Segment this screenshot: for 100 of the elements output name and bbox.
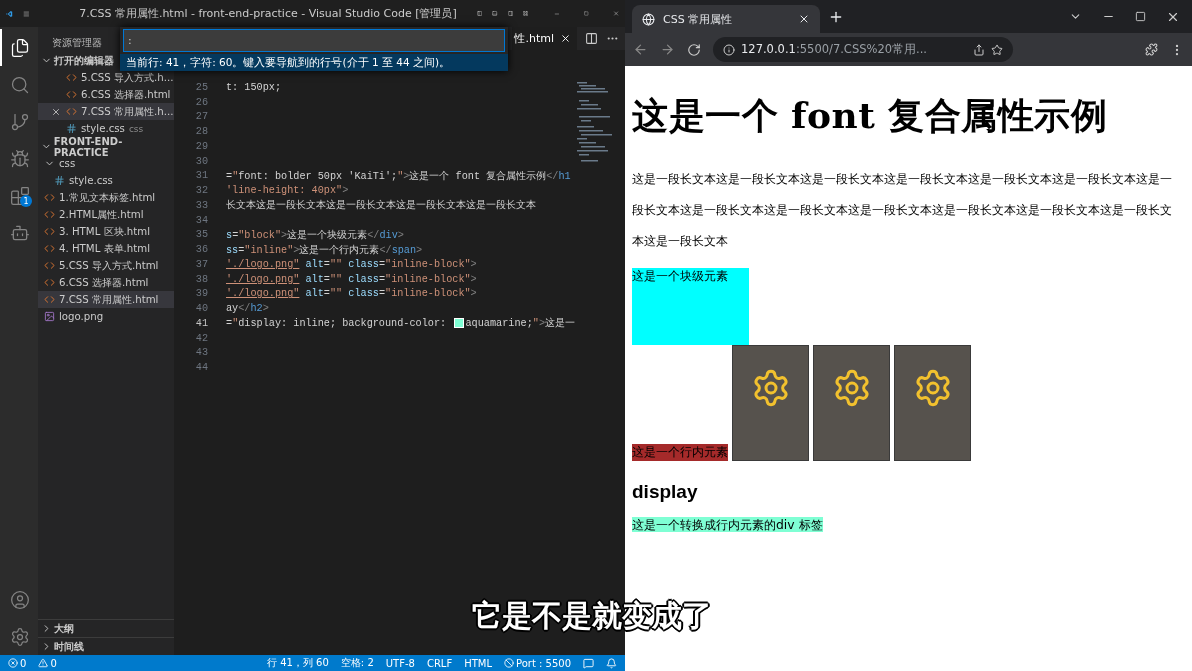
code-text: './logo.png" alt="" class="inline-block"> — [226, 258, 477, 270]
hash-icon — [54, 175, 65, 186]
line-number: 30 — [194, 155, 209, 167]
status-item[interactable]: UTF-8 — [385, 657, 415, 669]
sidebar-title: 资源管理器 — [51, 36, 102, 50]
code-text: ss="inline">这是一个行内元素</span> — [226, 243, 423, 257]
bug-icon[interactable] — [10, 148, 30, 169]
code-text: ay</h2> — [226, 303, 269, 315]
open-editor-item[interactable]: style.css css — [38, 120, 174, 137]
file-tree-item[interactable]: 4. HTML 表单.html — [38, 240, 174, 257]
line-number: 39 — [194, 288, 209, 300]
extensions-icon[interactable] — [1145, 43, 1158, 56]
open-editor-item[interactable]: 6.CSS 选择器.html — [38, 86, 174, 103]
editor-tab[interactable]: 性.html — [512, 27, 577, 50]
file-tree-item[interactable]: css — [38, 155, 174, 172]
close-icon[interactable] — [798, 13, 810, 25]
code-text: './logo.png" alt="" class="inline-block"> — [226, 273, 477, 285]
code-icon — [66, 106, 77, 117]
line-number: 33 — [194, 199, 209, 211]
code-text: s="block">这是一个块级元素</div> — [226, 228, 404, 242]
share-icon[interactable] — [973, 43, 985, 56]
code-icon — [44, 260, 55, 271]
file-tree-item[interactable]: 5.CSS 导入方式.html — [38, 257, 174, 274]
code-text: aquamarine;">这是一 — [465, 316, 575, 331]
settings-icon[interactable] — [10, 626, 30, 647]
line-number: 28 — [194, 126, 209, 138]
file-tree-item[interactable]: 6.CSS 选择器.html — [38, 274, 174, 291]
inline-div: 这是一个转换成行内元素的div 标签 — [632, 517, 823, 532]
go-to-line-hint[interactable]: 当前行: 41，字符: 60。键入要导航到的行号(介于 1 至 44 之间)。 — [120, 54, 508, 71]
files-icon[interactable] — [10, 37, 30, 58]
port-status[interactable]: Port : 5500 — [516, 657, 571, 669]
go-to-line-field[interactable]: : — [123, 29, 505, 52]
color-swatch[interactable] — [454, 318, 464, 329]
search-icon[interactable] — [10, 74, 30, 95]
file-tree-item[interactable]: logo.png — [38, 308, 174, 325]
code-text: './logo.png" alt="" class="inline-block"> — [226, 288, 477, 300]
window-title: 7.CSS 常用属性.html - front-end-practice - Visual Studio Code [管理员] — [79, 6, 457, 21]
line-number: 38 — [194, 273, 209, 285]
file-tree-item[interactable]: 7.CSS 常用属性.html — [38, 291, 174, 308]
star-icon[interactable] — [991, 43, 1003, 56]
code-icon — [44, 243, 55, 254]
code-icon — [66, 72, 77, 83]
count-badge: 1 — [20, 195, 32, 207]
line-number: 34 — [194, 214, 209, 226]
code-icon — [44, 294, 55, 305]
code-icon — [44, 209, 55, 220]
warnings-count[interactable]: 0 — [50, 657, 57, 669]
inline-element: 这是一个行内元素 — [632, 444, 728, 461]
warning-icon[interactable] — [38, 658, 49, 668]
status-item[interactable]: HTML — [464, 657, 492, 669]
file-tree-item[interactable]: 2.HTML属性.html — [38, 206, 174, 223]
line-number: 44 — [194, 362, 209, 374]
split-editor-icon[interactable] — [585, 32, 598, 45]
forward-icon[interactable] — [660, 42, 675, 57]
line-number: 35 — [194, 229, 209, 241]
status-item[interactable]: 空格: 2 — [340, 656, 374, 670]
line-number: 36 — [194, 244, 209, 256]
blocks-icon[interactable] — [10, 185, 30, 206]
address-bar[interactable]: 127.0.0.1:5500/7.CSS%20常用... — [713, 37, 1013, 62]
code-text: ="font: bolder 50px 'KaiTi';">这是一个 font 复合属性示例</h1 — [226, 169, 571, 183]
long-paragraph: 这是一段长文本这是一段长文本这是一段长文本这是一段长文本这是一段长文本这是一段长文本这是一段长文本这是一段长文本这是一段长文本这是一段长文本这是一段长文本这是一段长文本这是一段长文本这是一段长文本 — [632, 170, 1173, 250]
line-number: 41 — [194, 317, 209, 329]
line-number: 25 — [194, 81, 209, 93]
reload-icon[interactable] — [687, 42, 701, 57]
feedback-icon[interactable] — [583, 657, 594, 669]
close-icon[interactable] — [560, 33, 571, 44]
status-item[interactable]: CRLF — [426, 657, 453, 669]
line-number: 42 — [194, 332, 209, 344]
code-icon — [44, 192, 55, 203]
line-number: 43 — [194, 347, 209, 359]
code-icon — [66, 89, 77, 100]
line-number: 26 — [194, 96, 209, 108]
errors-count[interactable]: 0 — [20, 657, 27, 669]
code-text: t: 150px; — [226, 81, 282, 93]
bell-icon[interactable] — [606, 657, 617, 669]
maximize-icon[interactable] — [1135, 11, 1146, 22]
code-text: 'line-height: 40px"> — [226, 185, 349, 197]
line-number: 29 — [194, 140, 209, 152]
block-element: 这是一个块级元素 — [632, 268, 749, 345]
code-text: ="display: inline; background-color: — [226, 317, 448, 329]
section-heading: display — [632, 481, 699, 503]
no-entry-icon[interactable] — [504, 658, 514, 668]
branch-icon[interactable] — [10, 111, 30, 132]
open-editor-item[interactable]: 5.CSS 导入方式.h... — [38, 69, 174, 86]
status-item[interactable]: 行 41，列 60 — [267, 656, 329, 670]
file-tree-item[interactable]: style.css — [38, 172, 174, 189]
back-icon[interactable] — [633, 42, 648, 57]
account-icon[interactable] — [10, 589, 30, 610]
file-tree-item[interactable]: 1.常见文本标签.html — [38, 189, 174, 206]
info-icon[interactable] — [723, 43, 735, 56]
close-icon[interactable] — [51, 106, 61, 117]
line-number: 32 — [194, 185, 209, 197]
open-editor-item[interactable]: 7.CSS 常用属性.h... — [38, 103, 174, 120]
error-icon[interactable] — [8, 658, 18, 668]
file-tree-item[interactable]: 3. HTML 区块.html — [38, 223, 174, 240]
line-number: 27 — [194, 111, 209, 123]
code-icon — [44, 226, 55, 237]
browser-tab[interactable]: CSS 常用属性 — [632, 5, 820, 33]
hash-icon — [66, 123, 77, 134]
line-number: 40 — [194, 303, 209, 315]
